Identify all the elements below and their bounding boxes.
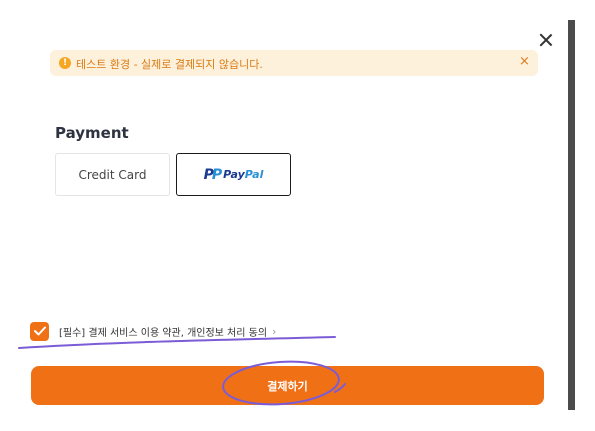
paypal-mark-icon: PP [203, 166, 223, 183]
payment-modal: ! 테스트 환경 - 실제로 결제되지 않습니다. × Payment Cred… [0, 0, 568, 431]
checkmark-icon [33, 326, 46, 336]
scrollbar[interactable] [568, 20, 575, 410]
alert-text: 테스트 환경 - 실제로 결제되지 않습니다. [76, 58, 263, 71]
test-env-alert: ! 테스트 환경 - 실제로 결제되지 않습니다. × [50, 50, 538, 76]
paypal-logo: PP PayPal [204, 167, 264, 183]
pay-button[interactable]: 결제하기 [31, 366, 544, 405]
credit-card-label: Credit Card [78, 167, 147, 182]
terms-label[interactable]: [필수] 결제 서비스 이용 약관, 개인정보 처리 동의 [59, 324, 267, 339]
close-modal-icon[interactable] [536, 30, 556, 50]
alert-close-icon[interactable]: × [519, 54, 530, 70]
chevron-right-icon[interactable]: › [272, 325, 276, 338]
payment-section-title: Payment [55, 124, 129, 142]
payment-option-paypal[interactable]: PP PayPal [176, 153, 291, 196]
payment-option-credit-card[interactable]: Credit Card [55, 153, 170, 196]
terms-agreement: [필수] 결제 서비스 이용 약관, 개인정보 처리 동의 › [30, 320, 276, 342]
terms-checkbox[interactable] [30, 321, 49, 341]
paypal-wordmark: PayPal [223, 168, 264, 181]
warning-icon: ! [59, 57, 71, 69]
